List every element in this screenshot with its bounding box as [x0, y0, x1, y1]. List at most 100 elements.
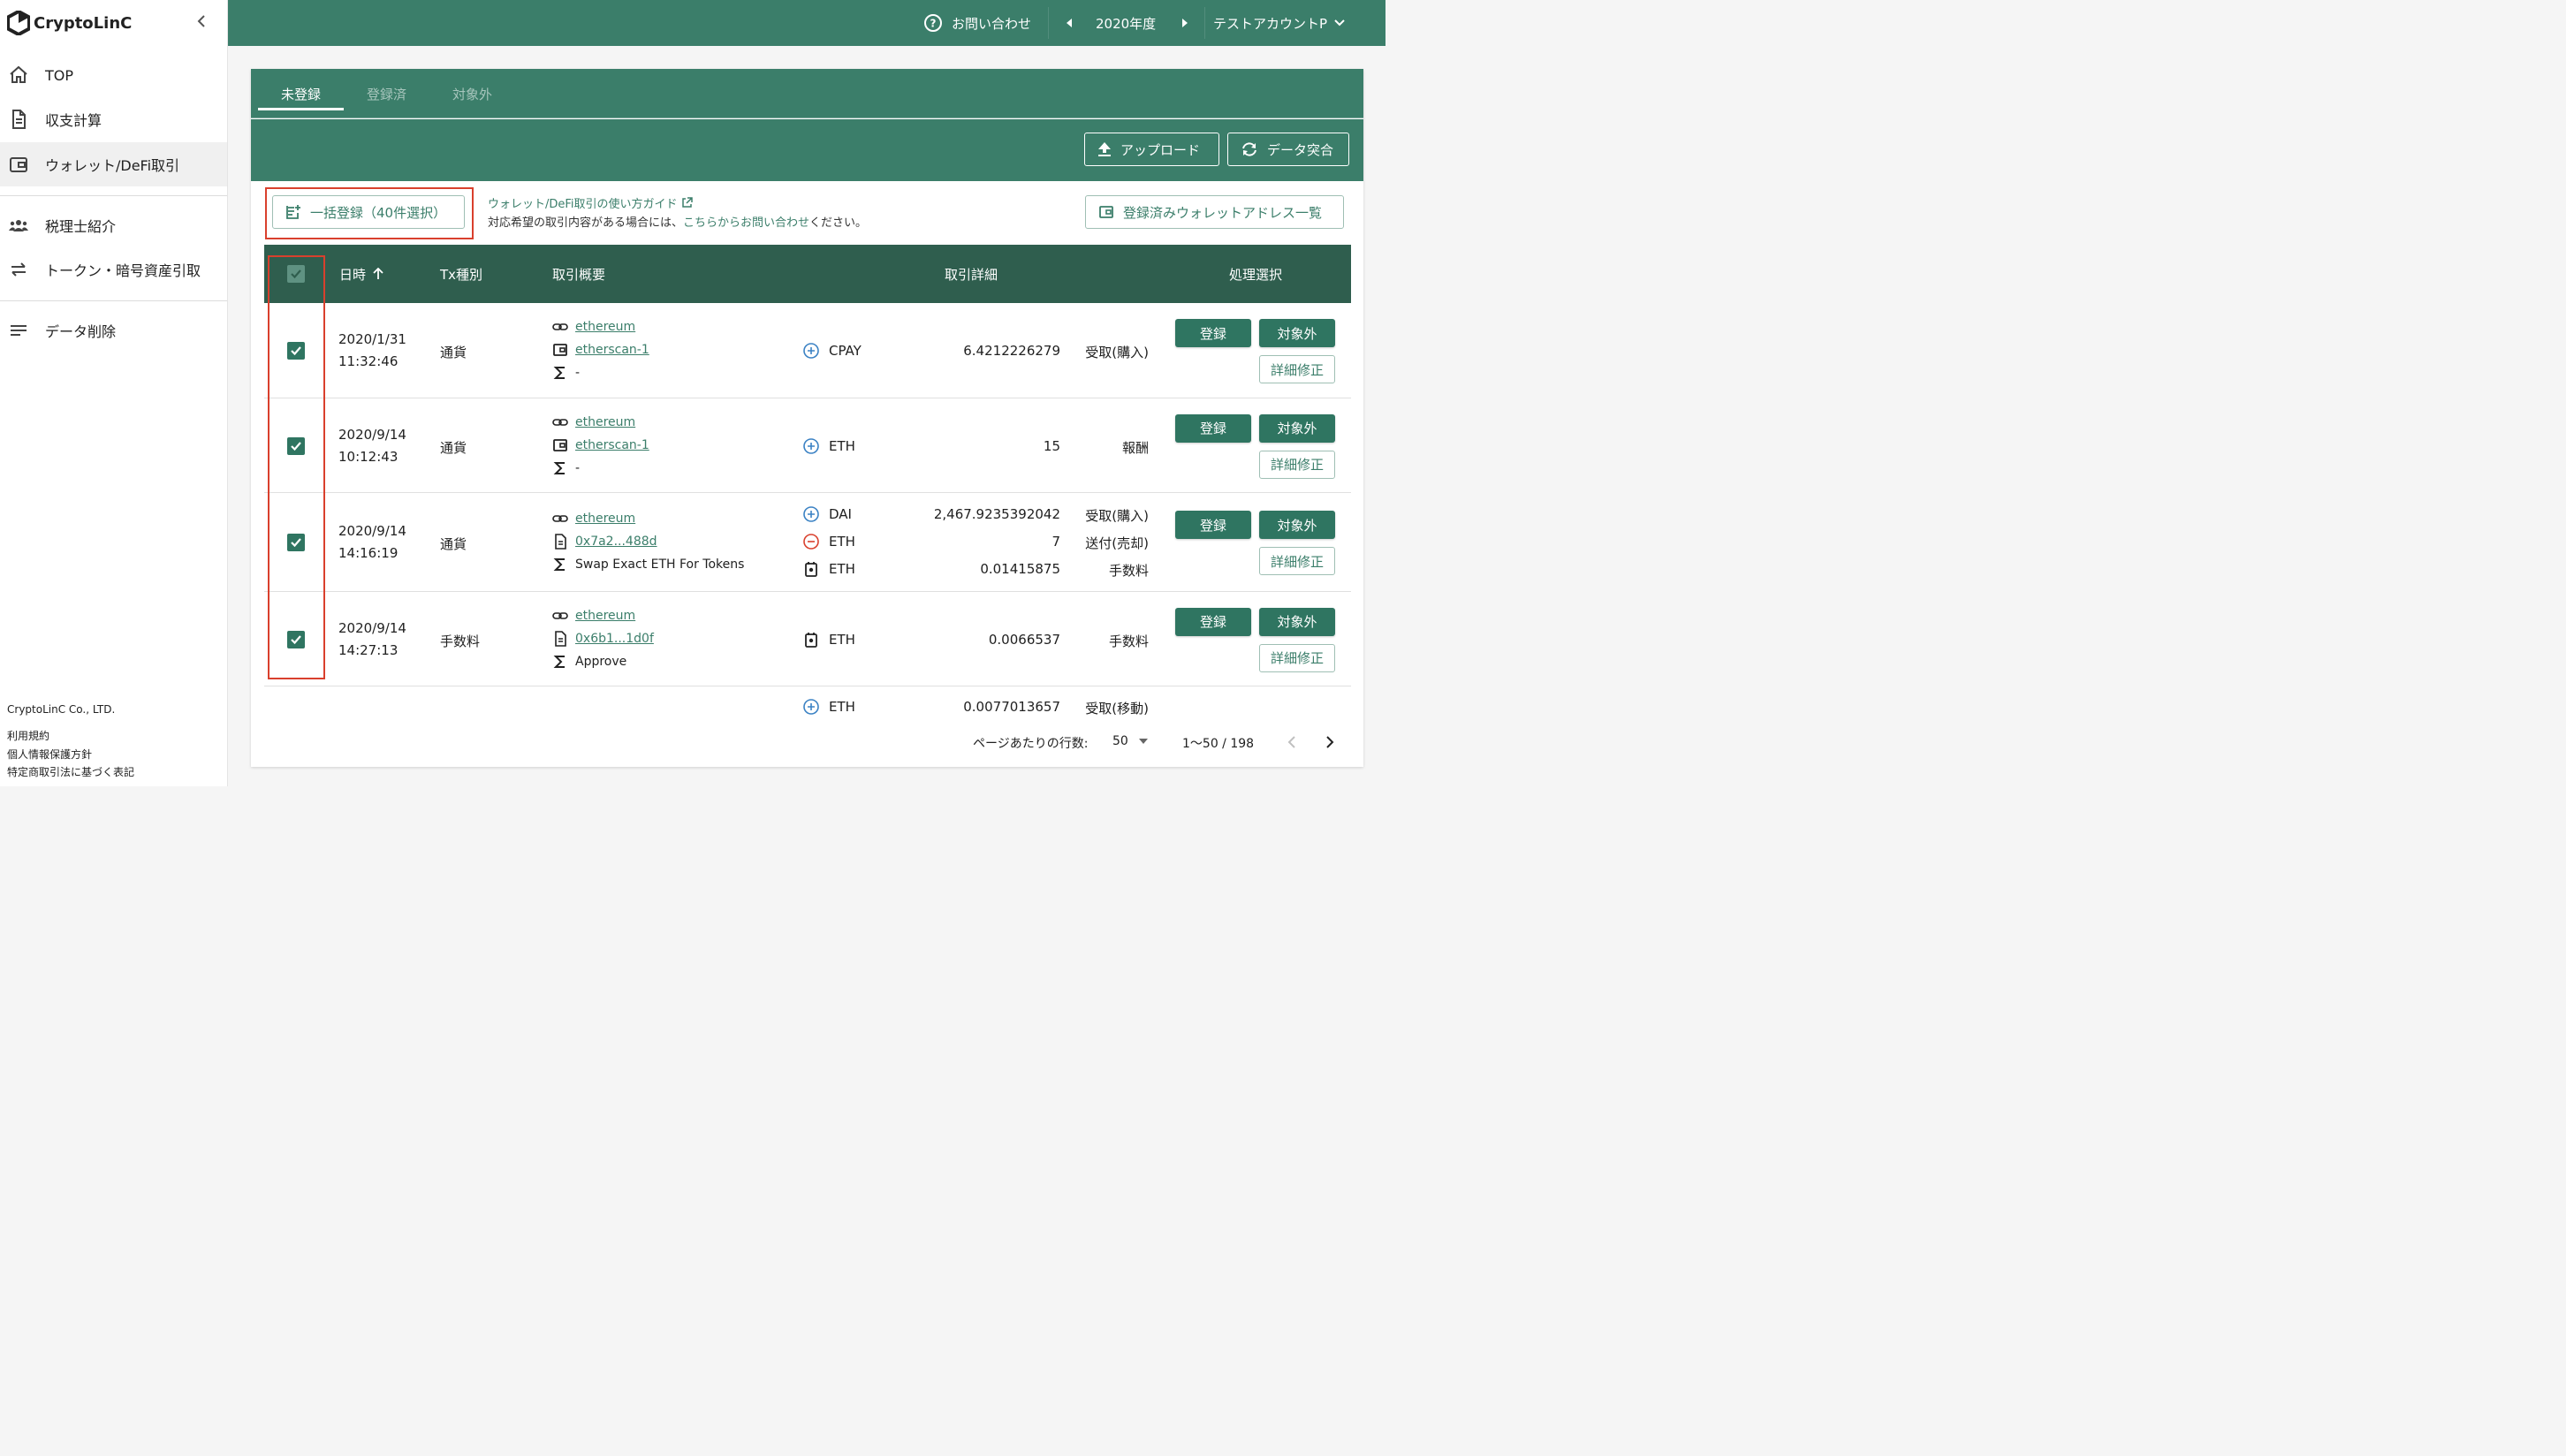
edit-detail-button[interactable]: 詳細修正 [1259, 355, 1335, 383]
row-kind: 報酬 [1121, 439, 1149, 456]
exclude-button[interactable]: 対象外 [1259, 511, 1335, 539]
edit-detail-button[interactable]: 詳細修正 [1259, 450, 1335, 479]
row-source-link[interactable]: 0x7a2...488d [552, 534, 657, 550]
header-datetime[interactable]: 日時 [339, 245, 383, 303]
sigma-icon [553, 367, 565, 379]
row-token: ETH [829, 631, 855, 648]
row-chain-link[interactable]: ethereum [552, 414, 635, 430]
row-tx-type: 手数料 [440, 633, 481, 649]
row-date: 2020/9/14 [338, 426, 406, 443]
collapse-sidebar-button[interactable] [191, 11, 212, 32]
row-method-text: - [575, 460, 581, 475]
row-token: ETH [829, 437, 855, 454]
upload-button[interactable]: アップロード [1084, 133, 1219, 166]
edit-detail-button[interactable]: 詳細修正 [1259, 643, 1335, 672]
row-chain-link[interactable]: ethereum [552, 511, 635, 527]
prev-year-button[interactable] [1066, 0, 1073, 46]
row-source: etherscan-1 [575, 343, 649, 357]
sidebar: CryptoLinC TOP 収支計算 ウォレット/DeFi取引 税理士紹介 ト… [0, 0, 228, 786]
table-row: 2020/9/14 14:16:19 通貨 ethereum 0x7a2...488d S… [264, 493, 1351, 592]
sidebar-item-label: TOP [45, 66, 74, 84]
row-token-line: ETH [802, 560, 855, 578]
next-year-button[interactable] [1181, 0, 1188, 46]
edit-detail-button[interactable]: 詳細修正 [1259, 547, 1335, 575]
document-icon [555, 630, 566, 647]
row-method-text: Swap Exact ETH For Tokens [575, 557, 745, 572]
register-button[interactable]: 登録 [1175, 607, 1251, 636]
plus-circle-icon [802, 437, 820, 455]
tab-excluded[interactable]: 対象外 [429, 69, 515, 118]
tab-registered[interactable]: 登録済 [344, 69, 429, 118]
action-bar: アップロード データ突合 [251, 119, 1363, 181]
partial-token: ETH [829, 699, 855, 715]
row-token: ETH [829, 534, 855, 550]
row-token-line: ETH [802, 631, 855, 648]
link-icon [552, 515, 568, 522]
guide-text-before: 対応希望の取引内容がある場合には、 [488, 216, 684, 230]
sidebar-item-token-takeover[interactable]: トークン・暗号資産引取 [0, 247, 227, 292]
header-tx-type: Tx種別 [440, 266, 483, 283]
register-button[interactable]: 登録 [1175, 511, 1251, 539]
row-token: ETH [829, 561, 855, 577]
reconcile-button[interactable]: データ突合 [1227, 133, 1349, 166]
sidebar-item-delete-data[interactable]: データ削除 [0, 308, 227, 353]
row-chain-link[interactable]: ethereum [552, 319, 635, 335]
footer-commerce-link[interactable]: 特定商取引法に基づく表記 [7, 764, 134, 779]
wallet-icon [553, 344, 567, 356]
exclude-button[interactable]: 対象外 [1259, 607, 1335, 636]
rows-per-page-value: 50 [1112, 734, 1128, 748]
highlight-checkbox-column [268, 255, 325, 679]
contact-button[interactable]: ? お問い合わせ [923, 0, 1031, 46]
wallet-icon [10, 157, 27, 172]
account-menu[interactable]: テストアカウントP [1213, 0, 1345, 46]
logo-hex-icon [7, 11, 30, 35]
exclude-button[interactable]: 対象外 [1259, 319, 1335, 347]
chevron-down-icon [1334, 19, 1345, 27]
row-method: Approve [552, 654, 626, 670]
caret-left-icon [1067, 19, 1072, 27]
fee-icon [802, 631, 820, 648]
registered-wallets-button[interactable]: 登録済みウォレットアドレス一覧 [1085, 195, 1344, 229]
topbar-separator [1048, 7, 1049, 39]
row-time: 10:12:43 [338, 448, 399, 465]
sidebar-item-accountant[interactable]: 税理士紹介 [0, 203, 227, 247]
guide-link[interactable]: ウォレット/DeFi取引の使い方ガイド [488, 194, 693, 211]
svg-text:?: ? [930, 18, 937, 30]
list-lines-icon [11, 325, 27, 336]
sigma-icon [553, 558, 565, 571]
rows-per-page-select[interactable]: 50 [1112, 734, 1148, 748]
top-bar: ? お問い合わせ 2020年度 テストアカウントP [228, 0, 1385, 46]
register-button[interactable]: 登録 [1175, 319, 1251, 347]
prev-page-button[interactable] [1283, 733, 1301, 751]
row-source-link[interactable]: etherscan-1 [552, 437, 649, 453]
row-amount: 0.0066537 [988, 631, 1060, 648]
row-time: 11:32:46 [338, 353, 399, 369]
people-icon [9, 220, 28, 231]
table-row: 2020/9/14 14:27:13 手数料 ethereum 0x6b1...1d0f… [264, 592, 1351, 686]
row-kind: 受取(購入) [1085, 508, 1149, 524]
row-amount: 2,467.9235392042 [933, 506, 1060, 522]
guide-link-label: ウォレット/DeFi取引の使い方ガイド [488, 198, 678, 211]
highlight-bulk [265, 187, 474, 239]
sidebar-item-top[interactable]: TOP [0, 53, 227, 97]
row-source-link[interactable]: etherscan-1 [552, 342, 649, 358]
row-source-link[interactable]: 0x6b1...1d0f [552, 630, 654, 647]
row-kind: 送付(売却) [1085, 535, 1149, 551]
next-page-button[interactable] [1321, 733, 1339, 751]
tab-bar: 未登録 登録済 対象外 [251, 69, 1363, 118]
row-chain-link[interactable]: ethereum [552, 608, 635, 624]
sidebar-item-wallet[interactable]: ウォレット/DeFi取引 [0, 142, 227, 186]
logo[interactable]: CryptoLinC [7, 11, 132, 35]
register-button[interactable]: 登録 [1175, 413, 1251, 443]
contact-link[interactable]: こちらからお問い合わせ [683, 216, 809, 230]
row-kind: 受取(購入) [1085, 345, 1149, 360]
footer-privacy-link[interactable]: 個人情報保護方針 [7, 747, 92, 762]
sidebar-item-balance[interactable]: 収支計算 [0, 97, 227, 141]
sidebar-divider [0, 195, 227, 196]
footer-terms-link[interactable]: 利用規約 [7, 728, 49, 743]
row-token-line: ETH [802, 437, 855, 455]
exclude-button[interactable]: 対象外 [1259, 413, 1335, 443]
tab-unregistered[interactable]: 未登録 [258, 69, 344, 118]
rows-per-page-label: ページあたりの行数: [973, 737, 1089, 751]
row-tx-type: 通貨 [440, 536, 467, 552]
